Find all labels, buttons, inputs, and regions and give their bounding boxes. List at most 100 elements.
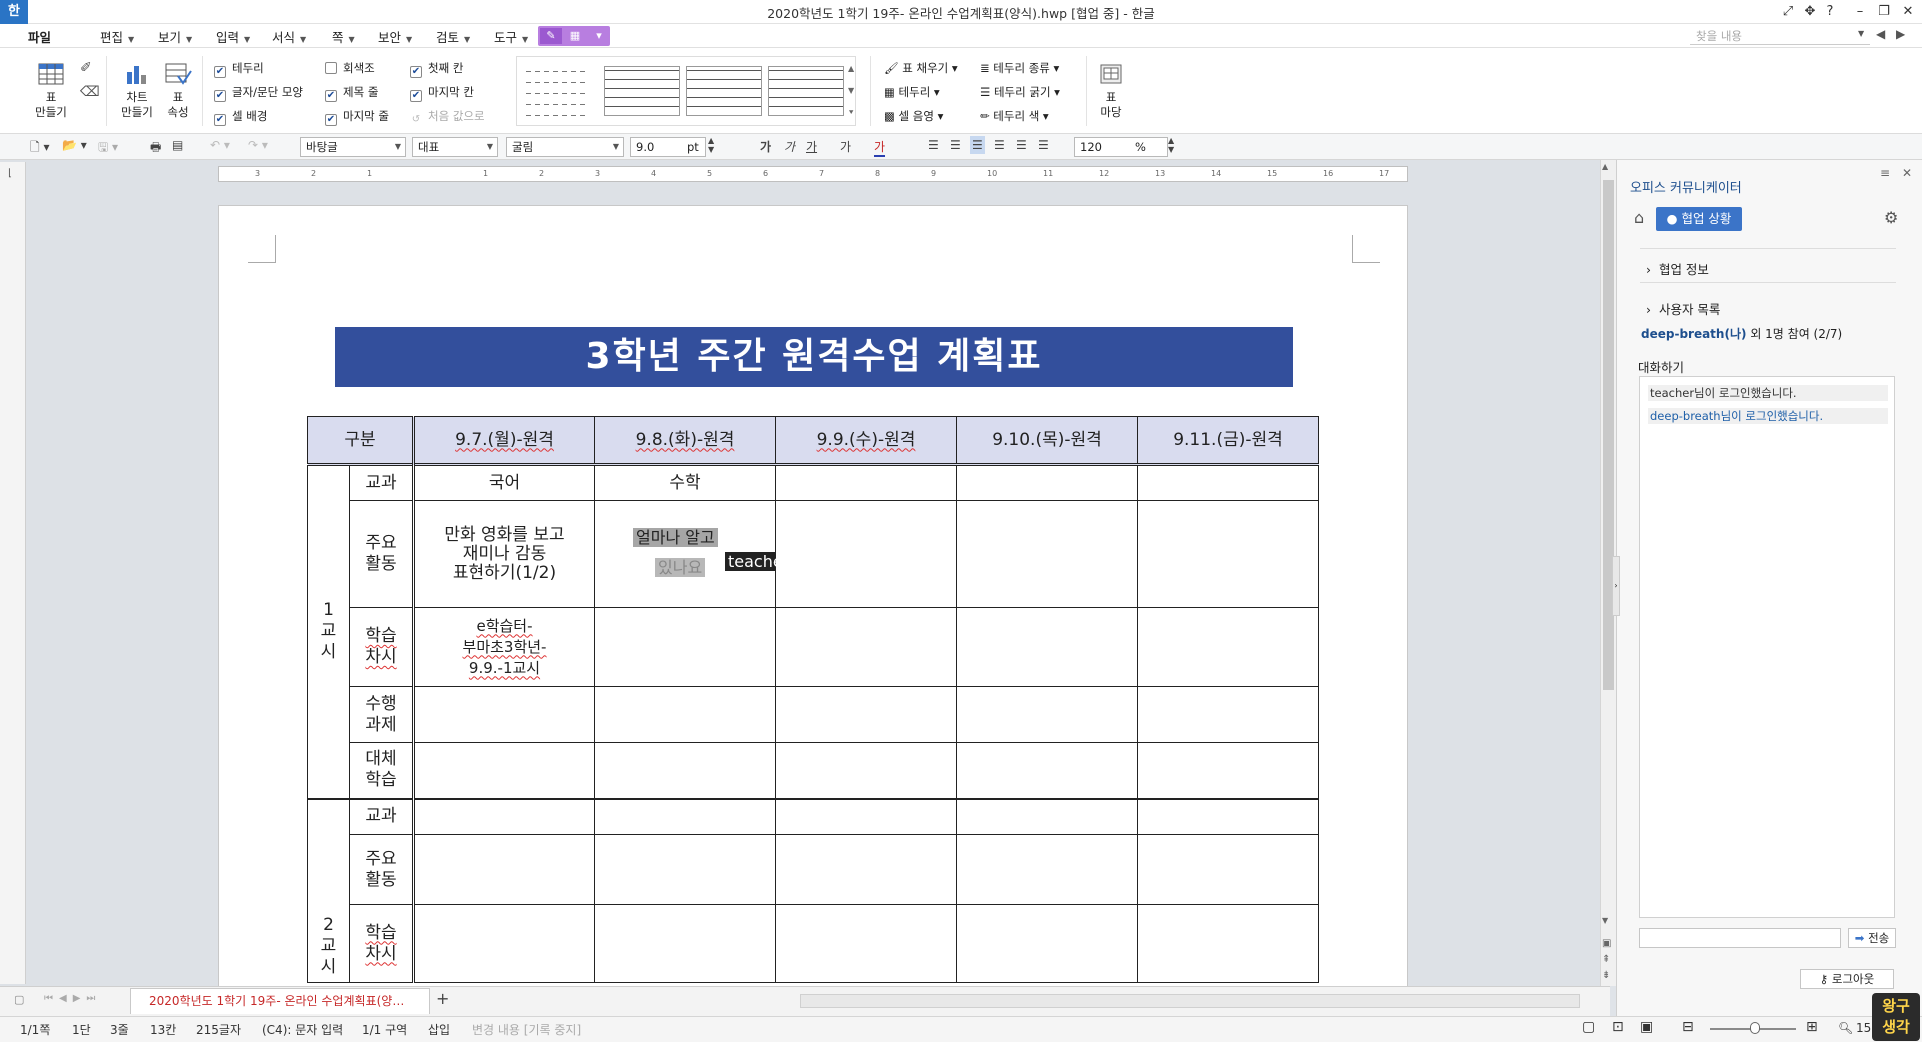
zoom-out-icon[interactable]: ⊟	[1682, 1019, 1694, 1035]
tab-document[interactable]: 2020학년도 1학기 19주- 온라인 수업계획표(양…	[130, 988, 430, 1014]
table-cell[interactable]: 만화 영화를 보고 재미나 감동 표현하기(1/2)	[413, 500, 595, 608]
size-spin-icon[interactable]: ▲ ▼	[708, 136, 714, 154]
table-make-button[interactable]: 표 만들기	[28, 62, 74, 120]
gear-icon[interactable]: ⚙	[1884, 208, 1898, 227]
view-mode-toggle[interactable]: ✎ ▦ ▾	[538, 26, 610, 46]
header-cell[interactable]: 9.7.(월)-원격	[413, 416, 595, 465]
header-cell[interactable]: 9.11.(금)-원격	[1137, 416, 1319, 465]
help-icon[interactable]: ?	[1820, 2, 1840, 22]
search-input[interactable]: 찾을 내용	[1690, 27, 1870, 45]
schedule-table[interactable]: 구분 9.7.(월)-원격 9.8.(화)-원격 9.9.(수)-원격 9.10…	[307, 416, 1319, 983]
zoom-slider-handle[interactable]	[1750, 1022, 1760, 1034]
period-label[interactable]: 2 교 시	[307, 798, 350, 983]
table-cell[interactable]	[594, 742, 776, 799]
redo-icon[interactable]: ↷ ▾	[248, 138, 268, 152]
table-cell[interactable]	[1137, 500, 1319, 608]
edit-view-icon[interactable]: ✎	[540, 28, 562, 44]
style-select[interactable]: 바탕글 ▼	[300, 137, 406, 157]
table-cell[interactable]	[956, 798, 1138, 835]
print-icon[interactable]: 🖶	[150, 138, 161, 159]
horizontal-ruler[interactable]: 3 2 1 1 2 3 4 5 6 7 8 9 10 11 12 13 14 1…	[218, 166, 1408, 182]
tab-nav-icon[interactable]: ⏮◀▶⏭	[44, 993, 101, 1004]
italic-button[interactable]: 가	[784, 138, 795, 155]
undo-icon[interactable]: ↶ ▾	[210, 138, 230, 152]
table-cell[interactable]	[956, 834, 1138, 905]
logout-button[interactable]: ⚷ 로그아웃	[1800, 969, 1894, 989]
menu-page[interactable]: 쪽 ▼	[332, 27, 355, 46]
period-label[interactable]: 1 교 시	[307, 464, 350, 799]
row-label[interactable]: 교과	[349, 464, 415, 501]
row-label[interactable]: 대체 학습	[349, 742, 415, 799]
preview-icon[interactable]: ▤	[172, 138, 183, 152]
table-cell[interactable]	[1137, 607, 1319, 687]
status-line[interactable]: 3줄	[110, 1021, 129, 1038]
table-cell[interactable]	[775, 607, 957, 687]
document-title[interactable]: 3학년 주간 원격수업 계획표	[335, 327, 1293, 387]
border-type-button[interactable]: ≣ 테두리 종류 ▾	[980, 60, 1059, 76]
row-label[interactable]: 수행 과제	[349, 686, 415, 743]
menu-review[interactable]: 검토 ▼	[436, 27, 470, 46]
menu-security[interactable]: 보안 ▼	[378, 27, 412, 46]
table-cell[interactable]	[775, 464, 957, 501]
table-style-2[interactable]	[604, 66, 680, 116]
table-cell[interactable]	[594, 834, 776, 905]
strike-button[interactable]: 가	[840, 138, 851, 155]
add-tab-button[interactable]: +	[436, 989, 449, 1008]
user-list-toggle[interactable]: › 사용자 목록	[1646, 299, 1720, 318]
table-style-3[interactable]	[686, 66, 762, 116]
menu-view[interactable]: 보기 ▼	[158, 27, 192, 46]
table-cell[interactable]	[594, 607, 776, 687]
table-cell[interactable]: e학습터- 부마초3학년- 9.9.-1교시	[413, 607, 595, 687]
align-right-icon[interactable]: ☰	[994, 138, 1005, 152]
row-label[interactable]: 주요 활동	[349, 500, 415, 608]
panel-close-icon[interactable]: ✕	[1902, 166, 1912, 180]
zoom-spin-icon[interactable]: ▲ ▼	[1168, 136, 1174, 154]
table-cell[interactable]	[775, 834, 957, 905]
table-cell[interactable]	[1137, 798, 1319, 835]
row-label[interactable]: 학습 차시	[349, 904, 415, 983]
table-cell[interactable]	[775, 798, 957, 835]
zoom-input[interactable]: 120%	[1074, 137, 1168, 157]
header-cell[interactable]: 9.10.(목)-원격	[956, 416, 1138, 465]
align-distribute-icon[interactable]: ☰	[1016, 138, 1027, 152]
minimize-icon[interactable]: –	[1850, 2, 1870, 22]
align-divide-icon[interactable]: ☰	[1038, 138, 1049, 152]
table-madang-button[interactable]: 표 마당	[1094, 62, 1128, 120]
border-width-button[interactable]: ☰ 테두리 굵기 ▾	[980, 84, 1060, 100]
web-view-icon[interactable]: ⊡	[1612, 1019, 1624, 1035]
grid-view-icon[interactable]: ▦	[564, 28, 586, 44]
table-style-1[interactable]	[526, 66, 586, 116]
table-cell[interactable]	[775, 686, 957, 743]
chart-make-button[interactable]: 차트 만들기	[114, 62, 160, 120]
menu-format[interactable]: 서식 ▼	[272, 27, 306, 46]
checkbox-cell-bg[interactable]: ✔ 셀 배경	[214, 108, 267, 126]
header-cell[interactable]: 구분	[307, 416, 415, 465]
table-cell[interactable]	[775, 500, 957, 608]
table-cell[interactable]: 수학	[594, 464, 776, 501]
status-col[interactable]: 13칸	[150, 1021, 176, 1038]
table-fill-button[interactable]: 🖌 표 채우기 ▾	[884, 60, 958, 76]
page-nav-icon[interactable]: ▣ ⇞ ⇟	[1602, 936, 1611, 984]
status-page[interactable]: 1/1쪽	[20, 1021, 50, 1038]
menu-edit[interactable]: 편집 ▼	[100, 27, 134, 46]
menu-tools[interactable]: 도구 ▼	[494, 27, 528, 46]
chat-log[interactable]: teacher님이 로그인했습니다. deep-breath님이 로그인했습니다…	[1639, 376, 1895, 918]
bold-button[interactable]: 가	[760, 138, 771, 155]
checkbox-title-row[interactable]: ✔ 제목 줄	[325, 84, 378, 102]
table-cell[interactable]	[956, 742, 1138, 799]
reset-button[interactable]: ↺ 처음 값으로	[410, 108, 485, 127]
tab-list-icon[interactable]: ▢	[14, 993, 24, 1006]
table-cell[interactable]	[413, 742, 595, 799]
language-select[interactable]: 대표 ▼	[412, 137, 498, 157]
table-cell[interactable]	[1137, 464, 1319, 501]
border-color-button[interactable]: ✏ 테두리 색 ▾	[980, 108, 1049, 124]
table-cell[interactable]	[956, 686, 1138, 743]
table-cell[interactable]	[413, 798, 595, 835]
table-cell[interactable]	[594, 686, 776, 743]
status-zoom[interactable]: 15	[1856, 1021, 1871, 1035]
open-folder-icon[interactable]: 📂 ▾	[62, 138, 87, 152]
table-cell[interactable]	[413, 686, 595, 743]
table-cell[interactable]	[594, 904, 776, 983]
table-cell[interactable]: 얼마나 알고 있나요 teache	[594, 500, 776, 608]
table-cell[interactable]	[594, 798, 776, 835]
